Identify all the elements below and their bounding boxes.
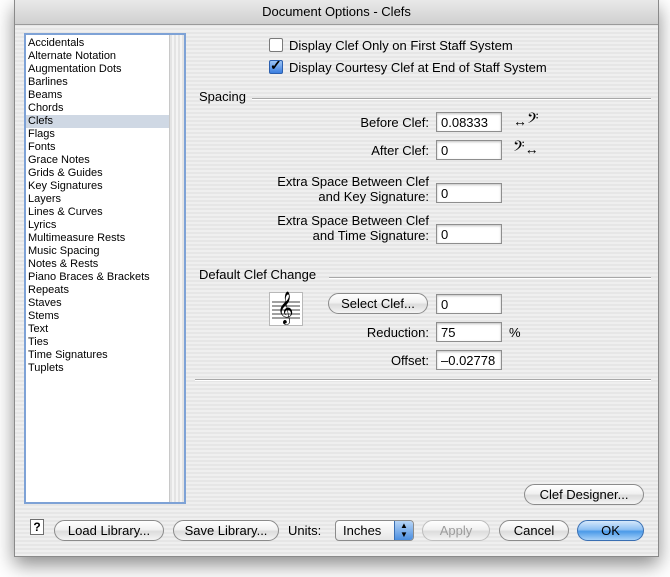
category-list-scrollbar[interactable]: [169, 35, 184, 502]
after-clef-input[interactable]: 0: [436, 140, 502, 160]
sidebar-item-stems[interactable]: Stems: [26, 310, 170, 323]
save-library-button[interactable]: Save Library...: [173, 520, 279, 541]
sidebar-item-clefs[interactable]: Clefs: [26, 115, 170, 128]
offset-input[interactable]: –0.02778: [436, 350, 502, 370]
courtesy-clef-checkbox[interactable]: [269, 57, 283, 74]
sidebar-item-accidentals[interactable]: Accidentals: [26, 37, 170, 50]
sidebar-item-layers[interactable]: Layers: [26, 193, 170, 206]
clef-number-input[interactable]: 0: [436, 294, 502, 314]
sidebar-item-chords[interactable]: Chords: [26, 102, 170, 115]
units-popup[interactable]: Inches ▲ ▼: [335, 520, 414, 541]
sidebar-item-music-spacing[interactable]: Music Spacing: [26, 245, 170, 258]
bottom-divider: [195, 379, 651, 381]
sidebar-item-augmentation-dots[interactable]: Augmentation Dots: [26, 63, 170, 76]
cancel-button[interactable]: Cancel: [499, 520, 569, 541]
time-sig-spacing-label-line2: and Time Signature:: [312, 228, 429, 243]
units-label: Units:: [288, 523, 322, 538]
before-clef-label: Before Clef:: [360, 115, 429, 130]
sidebar-item-piano-braces-brackets[interactable]: Piano Braces & Brackets: [26, 271, 170, 284]
sidebar-item-beams[interactable]: Beams: [26, 89, 170, 102]
document-options-window: Document Options - Clefs Accidentals Alte…: [14, 0, 659, 557]
treble-clef-glyph: 𝄞: [277, 291, 294, 324]
clef-first-only-checkbox[interactable]: [269, 38, 283, 52]
sidebar-item-repeats[interactable]: Repeats: [26, 284, 170, 297]
category-list-items: Accidentals Alternate Notation Augmentatio…: [26, 37, 170, 375]
courtesy-clef-option[interactable]: Display Courtesy Clef at End of Staff Sy…: [269, 57, 547, 76]
sidebar-item-ties[interactable]: Ties: [26, 336, 170, 349]
key-sig-spacing-label-line1: Extra Space Between Clef: [277, 174, 429, 189]
spacing-heading: Spacing: [199, 89, 246, 104]
clef-first-only-option[interactable]: Display Clef Only on First Staff System: [269, 36, 513, 54]
sidebar-item-flags[interactable]: Flags: [26, 128, 170, 141]
treble-clef-icon: 𝄞: [269, 291, 303, 326]
sidebar-item-notes-rests[interactable]: Notes & Rests: [26, 258, 170, 271]
sidebar-item-tuplets[interactable]: Tuplets: [26, 362, 170, 375]
default-clef-heading: Default Clef Change: [199, 267, 317, 282]
courtesy-clef-label: Display Courtesy Clef at End of Staff Sy…: [289, 59, 547, 75]
time-sig-spacing-label: Extra Space Between Clef and Time Signat…: [215, 213, 429, 243]
sidebar-item-grace-notes[interactable]: Grace Notes: [26, 154, 170, 167]
key-sig-spacing-input[interactable]: 0: [436, 183, 502, 203]
after-clef-icon: 𝄢↔: [513, 138, 539, 159]
reduction-input[interactable]: 75: [436, 322, 502, 342]
reduction-unit: %: [509, 325, 521, 340]
sidebar-item-multimeasure-rests[interactable]: Multimeasure Rests: [26, 232, 170, 245]
units-value: Inches: [343, 523, 382, 538]
after-clef-label: After Clef:: [371, 143, 429, 158]
key-sig-spacing-label-line2: and Key Signature:: [318, 189, 429, 204]
select-clef-button[interactable]: Select Clef...: [328, 293, 428, 314]
clef-designer-button[interactable]: Clef Designer...: [524, 484, 644, 505]
spacing-divider: [252, 98, 651, 100]
sidebar-item-fonts[interactable]: Fonts: [26, 141, 170, 154]
sidebar-item-grids-guides[interactable]: Grids & Guides: [26, 167, 170, 180]
category-list[interactable]: Accidentals Alternate Notation Augmentatio…: [24, 33, 186, 504]
apply-button[interactable]: Apply: [422, 520, 490, 541]
offset-label: Offset:: [390, 353, 429, 368]
sidebar-item-key-signatures[interactable]: Key Signatures: [26, 180, 170, 193]
before-clef-input[interactable]: 0.08333: [436, 112, 502, 132]
load-library-button[interactable]: Load Library...: [54, 520, 164, 541]
sidebar-item-time-signatures[interactable]: Time Signatures: [26, 349, 170, 362]
chevron-updown-icon: ▲ ▼: [394, 521, 413, 540]
sidebar-item-barlines[interactable]: Barlines: [26, 76, 170, 89]
sidebar-item-staves[interactable]: Staves: [26, 297, 170, 310]
reduction-label: Reduction:: [366, 325, 429, 340]
time-sig-spacing-input[interactable]: 0: [436, 224, 502, 244]
default-clef-divider: [329, 277, 651, 279]
help-icon[interactable]: ?: [30, 519, 44, 535]
sidebar-item-alternate-notation[interactable]: Alternate Notation: [26, 50, 170, 63]
clef-first-only-label: Display Clef Only on First Staff System: [289, 37, 513, 53]
sidebar-item-lines-curves[interactable]: Lines & Curves: [26, 206, 170, 219]
window-title: Document Options - Clefs: [15, 0, 658, 25]
ok-button[interactable]: OK: [577, 520, 644, 541]
sidebar-item-text[interactable]: Text: [26, 323, 170, 336]
before-clef-icon: ↔𝄢: [513, 110, 539, 131]
sidebar-item-lyrics[interactable]: Lyrics: [26, 219, 170, 232]
key-sig-spacing-label: Extra Space Between Clef and Key Signatu…: [215, 174, 429, 204]
time-sig-spacing-label-line1: Extra Space Between Clef: [277, 213, 429, 228]
